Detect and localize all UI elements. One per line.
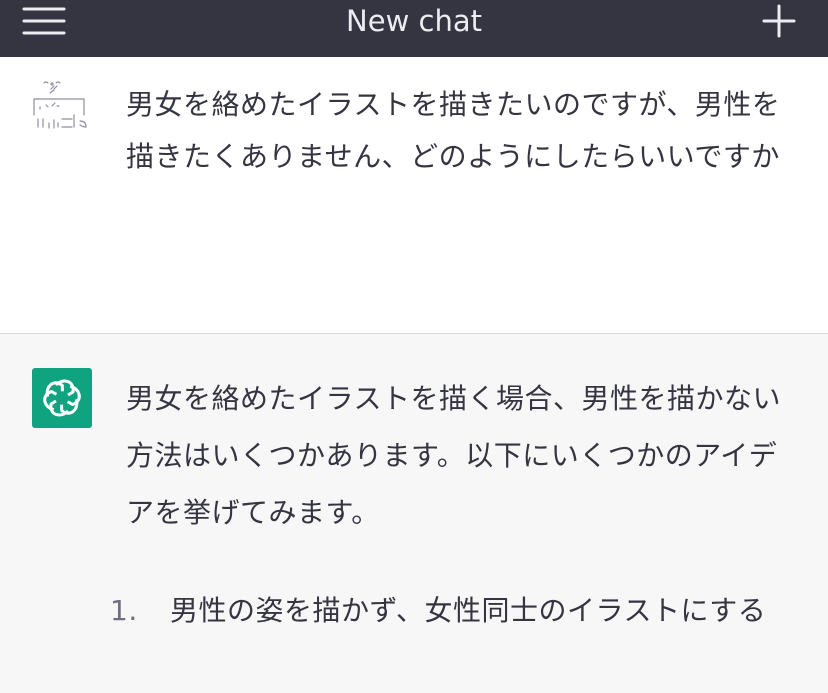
user-message-text: 男女を絡めたイラストを描きたいのですが、男性を描きたくありません、どのようにした… <box>126 88 781 173</box>
new-chat-button[interactable] <box>760 3 798 39</box>
openai-logo-icon <box>43 379 81 417</box>
user-message: 男女を絡めたイラストを描きたいのですが、男性を描きたくありません、どのようにした… <box>0 57 828 334</box>
user-avatar <box>30 79 92 139</box>
ascii-art-avatar-icon <box>33 81 87 129</box>
list-item-number: 1. <box>110 594 138 627</box>
assistant-avatar <box>32 368 92 428</box>
plus-icon <box>762 4 796 38</box>
list-item: 1. 男性の姿を描かず、女性同士のイラストにする <box>110 582 790 639</box>
list-item-text: 男性の姿を描かず、女性同士のイラストにする <box>170 594 767 627</box>
assistant-idea-list: 1. 男性の姿を描かず、女性同士のイラストにする <box>110 582 790 639</box>
top-bar: New chat <box>0 0 828 57</box>
page-title: New chat <box>346 4 482 38</box>
assistant-message-intro: 男女を絡めたイラストを描く場合、男性を描かない方法はいくつかあります。以下にいく… <box>126 382 781 529</box>
assistant-message: 男女を絡めたイラストを描く場合、男性を描かない方法はいくつかあります。以下にいく… <box>0 334 828 693</box>
